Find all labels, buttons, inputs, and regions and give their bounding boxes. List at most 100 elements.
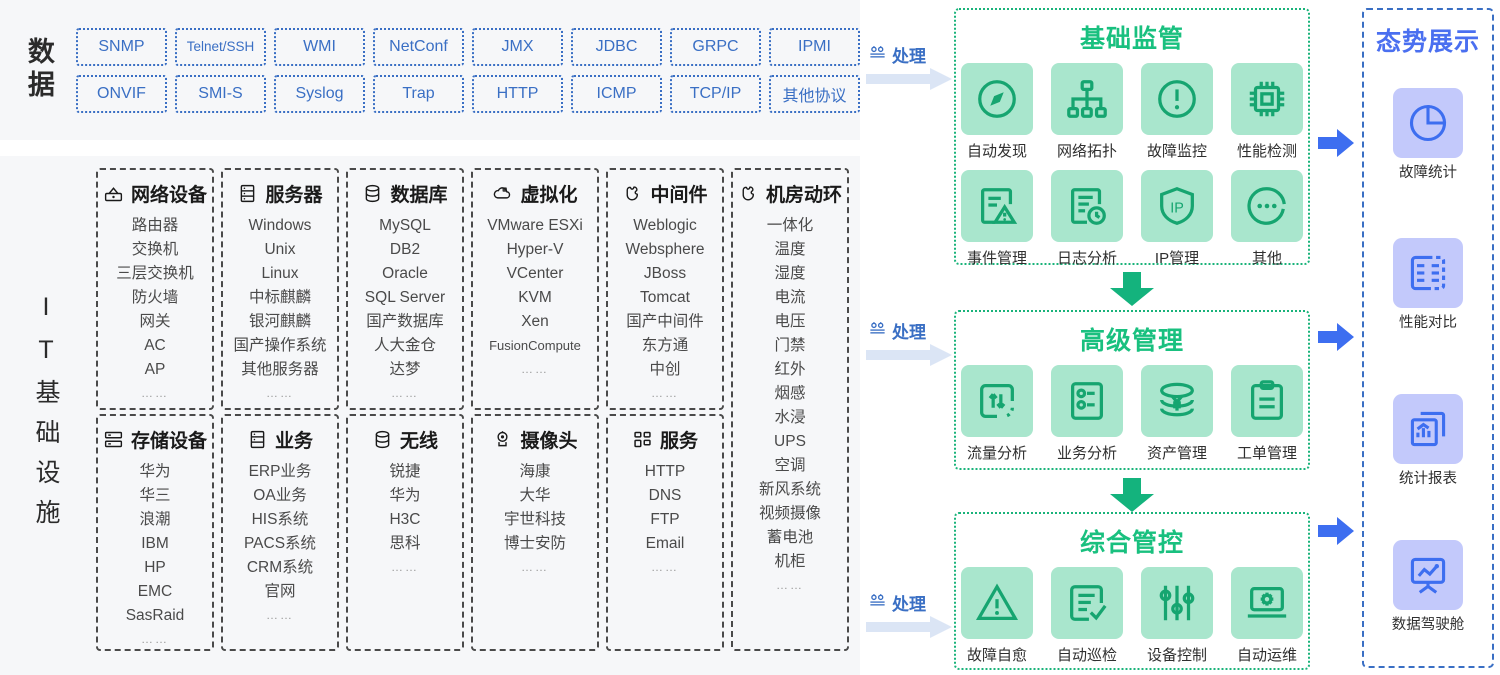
feature-tile: IP bbox=[1141, 170, 1213, 242]
infra-card-camera[interactable]: 摄像头 海康 大华 宇世科技 博士安防 …… bbox=[471, 414, 599, 651]
feature-label: 事件管理 bbox=[967, 247, 1027, 268]
feature-asset-management[interactable]: 资产管理 bbox=[1138, 365, 1216, 463]
card-title: 无线 bbox=[400, 426, 438, 453]
protocol-chip-telnet-ssh[interactable]: Telnet/SSH bbox=[175, 28, 266, 66]
card-header: 服务器 bbox=[237, 180, 322, 207]
protocol-chip-jdbc[interactable]: JDBC bbox=[571, 28, 662, 66]
infra-card-datacenter-environment[interactable]: 机房动环 一体化 温度 湿度 电流 电压 门禁 红外 烟感 水浸 UPS 空调 … bbox=[731, 168, 849, 651]
feature-auto-inspection[interactable]: 自动巡检 bbox=[1048, 567, 1126, 665]
infra-card-network[interactable]: 网络设备 路由器 交换机 三层交换机 防火墙 网关 AC AP …… bbox=[96, 168, 214, 410]
business-icon bbox=[247, 429, 268, 450]
protocol-chip-snmp[interactable]: SNMP bbox=[76, 28, 167, 66]
infra-card-middleware[interactable]: 中间件 Weblogic Websphere JBoss Tomcat 国产中间… bbox=[606, 168, 724, 410]
feature-other[interactable]: 其他 bbox=[1228, 170, 1306, 268]
panel-icon-row-1: 流量分析 业务分析 bbox=[958, 365, 1306, 463]
feature-traffic-analysis[interactable]: 流量分析 bbox=[958, 365, 1036, 463]
process-connector-text: 处理 bbox=[892, 590, 926, 615]
log-clock-icon bbox=[1064, 183, 1110, 229]
feature-fault-monitoring[interactable]: 故障监控 bbox=[1138, 63, 1216, 161]
card-title: 服务 bbox=[660, 426, 698, 453]
situation-item-performance-comparison[interactable]: 性能对比 bbox=[1362, 238, 1494, 333]
feature-ip-management[interactable]: IP IP管理 bbox=[1138, 170, 1216, 268]
protocol-chip-other[interactable]: 其他协议 bbox=[769, 75, 860, 113]
list-item-ellipsis: …… bbox=[521, 556, 549, 579]
card-header: 服务 bbox=[632, 426, 698, 453]
feature-auto-ops[interactable]: 自动运维 bbox=[1228, 567, 1306, 665]
list-item: FusionCompute bbox=[489, 334, 581, 357]
infra-card-database[interactable]: 数据库 MySQL DB2 Oracle SQL Server 国产数据库 人大… bbox=[346, 168, 464, 410]
panel-situation-display[interactable]: 态势展示 故障统计 性能对比 bbox=[1362, 8, 1494, 668]
list-item: 中标麒麟 bbox=[249, 286, 311, 309]
list-item: 新风系统 bbox=[759, 478, 821, 501]
panel-basic-supervision[interactable]: 基础监管 自动发现 bbox=[954, 8, 1310, 265]
infra-card-storage[interactable]: 存储设备 华为 华三 浪潮 IBM HP EMC SasRaid …… bbox=[96, 414, 214, 651]
infra-card-service[interactable]: 服务 HTTP DNS FTP Email …… bbox=[606, 414, 724, 651]
card-title: 数据库 bbox=[390, 180, 447, 207]
protocol-chip-smi-s[interactable]: SMI-S bbox=[175, 75, 266, 113]
list-item: 门禁 bbox=[774, 334, 805, 357]
protocol-chip-grpc[interactable]: GRPC bbox=[670, 28, 761, 66]
feature-label: 流量分析 bbox=[967, 442, 1027, 463]
service-grid-icon bbox=[632, 429, 653, 450]
feature-tile bbox=[1231, 567, 1303, 639]
feature-log-analysis[interactable]: 日志分析 bbox=[1048, 170, 1126, 268]
card-title: 摄像头 bbox=[520, 426, 577, 453]
protocol-chip-syslog[interactable]: Syslog bbox=[274, 75, 365, 113]
feature-device-control[interactable]: 设备控制 bbox=[1138, 567, 1216, 665]
panel-title: 高级管理 bbox=[1080, 321, 1184, 357]
protocol-chip-wmi[interactable]: WMI bbox=[274, 28, 365, 66]
list-item: IBM bbox=[141, 532, 169, 555]
feature-tile bbox=[961, 170, 1033, 242]
feature-auto-discovery[interactable]: 自动发现 bbox=[958, 63, 1036, 161]
feature-performance-detection[interactable]: 性能检测 bbox=[1228, 63, 1306, 161]
list-item: 电压 bbox=[774, 310, 805, 333]
feature-event-management[interactable]: 事件管理 bbox=[958, 170, 1036, 268]
infra-card-virtualization[interactable]: 虚拟化 VMware ESXi Hyper-V VCenter KVM Xen … bbox=[471, 168, 599, 410]
right-arrow-light-icon bbox=[866, 344, 952, 366]
compass-icon bbox=[974, 76, 1020, 122]
feature-network-topology[interactable]: 网络拓扑 bbox=[1048, 63, 1126, 161]
laptop-gear-icon bbox=[1244, 580, 1290, 626]
protocol-chip-http[interactable]: HTTP bbox=[472, 75, 563, 113]
list-item: JBoss bbox=[644, 262, 686, 285]
panel-advanced-management[interactable]: 高级管理 流量分析 bbox=[954, 310, 1310, 470]
situation-item-fault-statistics[interactable]: 故障统计 bbox=[1362, 88, 1494, 183]
feature-tile bbox=[1051, 170, 1123, 242]
card-header: 存储设备 bbox=[103, 426, 207, 453]
card-header: 数据库 bbox=[362, 180, 447, 207]
protocol-chip-onvif[interactable]: ONVIF bbox=[76, 75, 167, 113]
list-item: 华为 bbox=[139, 460, 170, 483]
feature-ticket-management[interactable]: 工单管理 bbox=[1228, 365, 1306, 463]
process-connector-text: 处理 bbox=[892, 42, 926, 67]
infra-card-business[interactable]: 业务 ERP业务 OA业务 HIS系统 PACS系统 CRM系统 官网 …… bbox=[221, 414, 339, 651]
protocol-chip-trap[interactable]: Trap bbox=[373, 75, 464, 113]
list-item: ERP业务 bbox=[249, 460, 312, 483]
protocol-chip-ipmi[interactable]: IPMI bbox=[769, 28, 860, 66]
more-dots-icon bbox=[1244, 183, 1290, 229]
infra-card-server[interactable]: 服务器 Windows Unix Linux 中标麒麟 银河麒麟 国产操作系统 … bbox=[221, 168, 339, 410]
situation-item-statistical-report[interactable]: 统计报表 bbox=[1362, 394, 1494, 489]
feature-tile bbox=[1231, 365, 1303, 437]
protocol-chip-jmx[interactable]: JMX bbox=[472, 28, 563, 66]
card-item-list: 华为 华三 浪潮 IBM HP EMC SasRaid …… bbox=[126, 460, 185, 651]
situation-item-data-cockpit[interactable]: 数据驾驶舱 bbox=[1362, 540, 1494, 635]
list-item: 海康 bbox=[519, 460, 550, 483]
feature-business-analysis[interactable]: 业务分析 bbox=[1048, 365, 1126, 463]
list-item: Oracle bbox=[382, 262, 428, 285]
feature-fault-self-healing[interactable]: 故障自愈 bbox=[958, 567, 1036, 665]
process-connector-3: 处理 bbox=[866, 590, 954, 638]
list-item: 网关 bbox=[139, 310, 170, 333]
list-item: Weblogic bbox=[633, 214, 696, 237]
protocol-chip-netconf[interactable]: NetConf bbox=[373, 28, 464, 66]
feature-label: 故障监控 bbox=[1147, 140, 1207, 161]
situation-label: 故障统计 bbox=[1382, 164, 1474, 183]
process-connector-text: 处理 bbox=[892, 318, 926, 343]
card-header: 网络设备 bbox=[103, 180, 207, 207]
infra-card-wireless[interactable]: 无线 锐捷 华为 H3C 思科 …… bbox=[346, 414, 464, 651]
right-arrow-icon-3 bbox=[1318, 516, 1354, 546]
panel-integrated-control[interactable]: 综合管控 故障自愈 自动巡 bbox=[954, 512, 1310, 670]
protocol-chip-icmp[interactable]: ICMP bbox=[571, 75, 662, 113]
card-item-list: 海康 大华 宇世科技 博士安防 …… bbox=[504, 460, 566, 579]
gear-group-icon bbox=[868, 591, 887, 615]
protocol-chip-tcpip[interactable]: TCP/IP bbox=[670, 75, 761, 113]
